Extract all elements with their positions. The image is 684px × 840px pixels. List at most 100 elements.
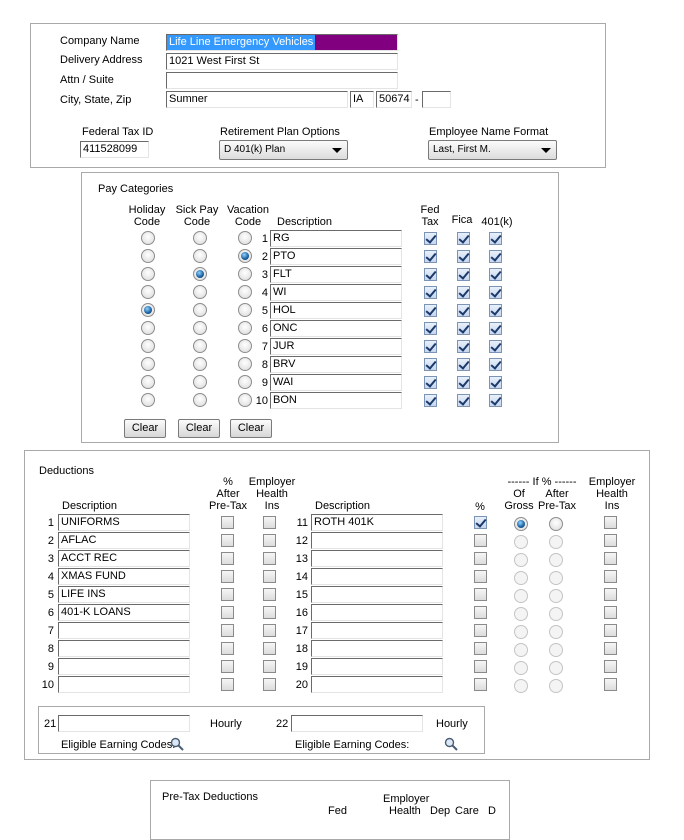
after-pretax-checkbox[interactable] [221,516,234,529]
percent-checkbox[interactable] [474,660,487,673]
fica-checkbox[interactable] [457,394,470,407]
vacation-code-radio[interactable] [238,267,252,281]
percent-checkbox[interactable] [474,678,487,691]
after-pretax-radio[interactable] [549,679,563,693]
fed-tax-checkbox[interactable] [424,232,437,245]
deduction-description-field[interactable] [311,640,443,657]
fed-tax-checkbox[interactable] [424,322,437,335]
deduction-description-field[interactable]: ACCT REC [58,550,190,567]
fica-checkbox[interactable] [457,250,470,263]
holiday-code-radio[interactable] [141,375,155,389]
sick-pay-code-radio[interactable] [193,267,207,281]
of-gross-radio[interactable] [514,589,528,603]
pay-category-description-field[interactable]: BON [270,392,402,409]
after-pretax-checkbox[interactable] [221,570,234,583]
after-pretax-checkbox[interactable] [221,660,234,673]
401k-checkbox[interactable] [489,340,502,353]
zip-ext-field[interactable] [422,91,451,108]
employer-health-checkbox[interactable] [263,642,276,655]
of-gross-radio[interactable] [514,643,528,657]
401k-checkbox[interactable] [489,232,502,245]
vacation-code-radio[interactable] [238,249,252,263]
of-gross-radio[interactable] [514,625,528,639]
deduction-description-field[interactable] [311,532,443,549]
deduction-description-field[interactable] [311,568,443,585]
deduction-description-field[interactable]: 401-K LOANS [58,604,190,621]
pay-category-description-field[interactable]: ONC [270,320,402,337]
vacation-code-radio[interactable] [238,357,252,371]
sick-pay-code-radio[interactable] [193,303,207,317]
pay-category-description-field[interactable]: WI [270,284,402,301]
attn-suite-field[interactable] [166,72,398,89]
deduction-description-field[interactable] [311,622,443,639]
percent-checkbox[interactable] [474,570,487,583]
clear-holiday-button[interactable]: Clear [124,419,166,438]
employer-health-checkbox[interactable] [263,660,276,673]
401k-checkbox[interactable] [489,250,502,263]
vacation-code-radio[interactable] [238,231,252,245]
deduction-description-field[interactable] [58,640,190,657]
fica-checkbox[interactable] [457,232,470,245]
fica-checkbox[interactable] [457,322,470,335]
fica-checkbox[interactable] [457,358,470,371]
vacation-code-radio[interactable] [238,285,252,299]
fed-tax-checkbox[interactable] [424,250,437,263]
after-pretax-checkbox[interactable] [221,624,234,637]
pay-category-description-field[interactable]: BRV [270,356,402,373]
magnifier-icon[interactable] [444,737,458,751]
fica-checkbox[interactable] [457,340,470,353]
holiday-code-radio[interactable] [141,303,155,317]
holiday-code-radio[interactable] [141,249,155,263]
employer-health-checkbox[interactable] [604,678,617,691]
employer-health-checkbox[interactable] [263,588,276,601]
pay-category-description-field[interactable]: HOL [270,302,402,319]
fed-tax-checkbox[interactable] [424,286,437,299]
employer-health-checkbox[interactable] [604,642,617,655]
after-pretax-radio[interactable] [549,535,563,549]
employer-health-checkbox[interactable] [604,588,617,601]
after-pretax-checkbox[interactable] [221,534,234,547]
deduction-description-field[interactable]: LIFE INS [58,586,190,603]
percent-checkbox[interactable] [474,606,487,619]
employer-health-checkbox[interactable] [263,570,276,583]
after-pretax-checkbox[interactable] [221,642,234,655]
sick-pay-code-radio[interactable] [193,285,207,299]
sick-pay-code-radio[interactable] [193,231,207,245]
of-gross-radio[interactable] [514,679,528,693]
employer-health-checkbox[interactable] [604,516,617,529]
fica-checkbox[interactable] [457,286,470,299]
fica-checkbox[interactable] [457,268,470,281]
deduction-description-field[interactable]: UNIFORMS [58,514,190,531]
percent-checkbox[interactable] [474,642,487,655]
after-pretax-radio[interactable] [549,589,563,603]
pay-category-description-field[interactable]: PTO [270,248,402,265]
clear-sick-pay-button[interactable]: Clear [178,419,220,438]
delivery-address-field[interactable]: 1021 West First St [166,53,398,70]
deduction-description-field[interactable] [311,658,443,675]
401k-checkbox[interactable] [489,322,502,335]
employer-health-checkbox[interactable] [263,552,276,565]
after-pretax-radio[interactable] [549,553,563,567]
employer-health-checkbox[interactable] [604,534,617,547]
holiday-code-radio[interactable] [141,231,155,245]
pay-category-description-field[interactable]: JUR [270,338,402,355]
employer-health-checkbox[interactable] [604,606,617,619]
after-pretax-radio[interactable] [549,661,563,675]
employer-health-checkbox[interactable] [263,678,276,691]
401k-checkbox[interactable] [489,268,502,281]
pay-category-description-field[interactable]: RG [270,230,402,247]
holiday-code-radio[interactable] [141,339,155,353]
of-gross-radio[interactable] [514,607,528,621]
holiday-code-radio[interactable] [141,321,155,335]
hourly-22-field[interactable] [291,715,423,732]
percent-checkbox[interactable] [474,534,487,547]
after-pretax-radio[interactable] [549,517,563,531]
magnifier-icon[interactable] [170,737,184,751]
employer-health-checkbox[interactable] [604,624,617,637]
sick-pay-code-radio[interactable] [193,375,207,389]
deduction-description-field[interactable]: XMAS FUND [58,568,190,585]
pay-category-description-field[interactable]: FLT [270,266,402,283]
retirement-plan-dropdown[interactable]: D 401(k) Plan [219,140,348,160]
fed-tax-checkbox[interactable] [424,376,437,389]
percent-checkbox[interactable] [474,516,487,529]
